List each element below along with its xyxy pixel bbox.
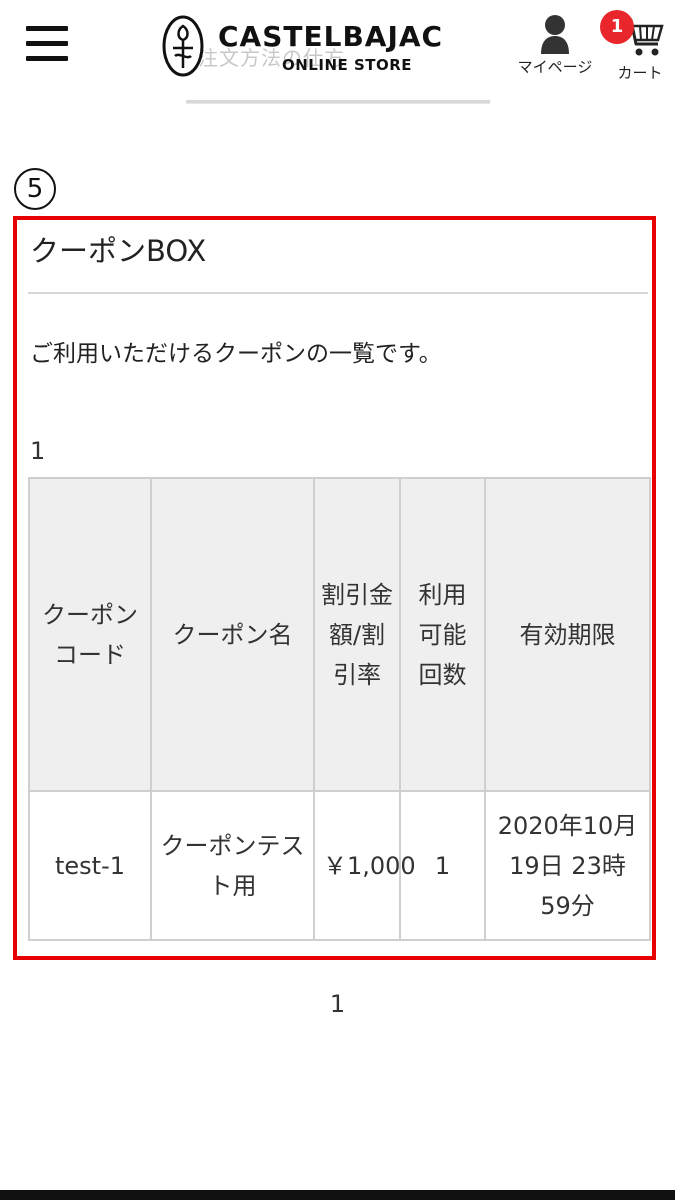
table-row: test-1 クーポンテスト用 ￥1,000 1 2020年10月19日 23時… [28, 790, 651, 941]
brand-name[interactable]: CASTELBAJAC [218, 20, 443, 53]
cell-discount: ￥1,000 [313, 790, 416, 941]
page-description: ご利用いただけるクーポンの一覧です。 [30, 341, 442, 367]
page-title: クーポンBOX [30, 234, 207, 268]
hamburger-menu-icon[interactable] [26, 26, 68, 62]
header-coupon-name: クーポン名 [150, 477, 315, 792]
brand-emblem-icon[interactable] [162, 14, 204, 78]
cart-button[interactable]: 1 カート [600, 10, 672, 84]
cell-coupon-code: test-1 [28, 790, 152, 941]
mypage-button[interactable]: マイページ [510, 14, 600, 84]
bottom-edge-bar [0, 1190, 675, 1200]
coupon-table: クーポンコード クーポン名 割引金額/割引率 利用可能回数 有効期限 test-… [28, 477, 651, 941]
mypage-label: マイページ [517, 58, 593, 76]
header-discount: 割引金額/割引率 [313, 477, 401, 792]
header-expiry: 有効期限 [484, 477, 651, 792]
table-header-row: クーポンコード クーポン名 割引金額/割引率 利用可能回数 有効期限 [28, 477, 651, 792]
cart-label: カート [617, 64, 663, 82]
step-marker: 5 [14, 168, 56, 210]
cart-count-badge: 1 [600, 10, 634, 44]
brand-subtitle: ONLINE STORE [282, 56, 413, 74]
cell-coupon-name: クーポンテスト用 [150, 790, 315, 941]
cell-expiry: 2020年10月19日 23時59分 [484, 790, 651, 941]
pagination-page-1[interactable]: 1 [0, 990, 675, 1018]
coupon-count: 1 [30, 437, 46, 465]
site-header: 注文方法の仕方 CASTELBAJAC ONLINE STORE マイページ 1… [0, 0, 675, 110]
title-divider [28, 292, 648, 294]
header-coupon-code: クーポンコード [28, 477, 152, 792]
user-icon [541, 15, 569, 54]
header-usage-count: 利用可能回数 [399, 477, 486, 792]
